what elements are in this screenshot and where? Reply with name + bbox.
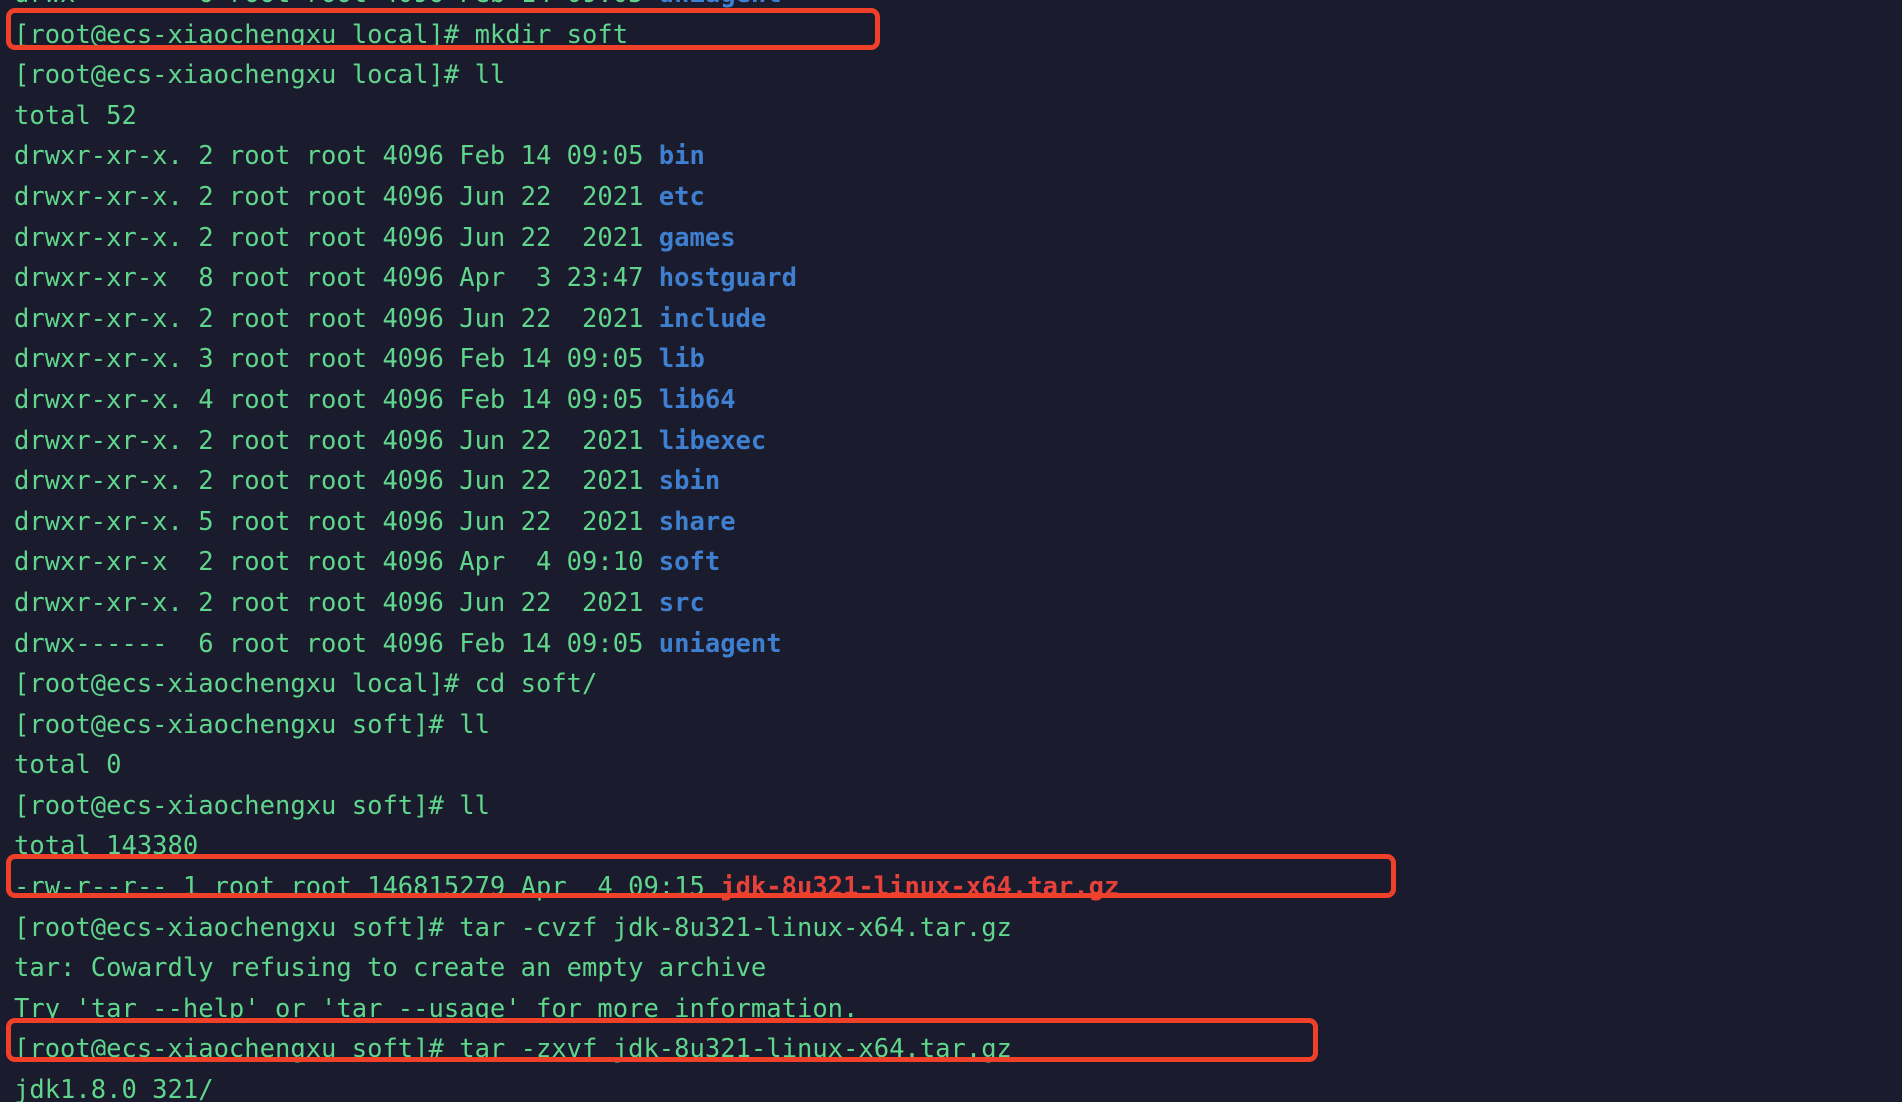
terminal-line: drwxr-xr-x 2 root root 4096 Apr 4 09:10 … bbox=[14, 542, 1894, 583]
directory-name: lib bbox=[658, 344, 705, 375]
terminal-text: [root@ecs-xiaochengxu local]# cd soft/ bbox=[14, 669, 598, 700]
directory-name: include bbox=[658, 303, 767, 334]
terminal-text: [root@ecs-xiaochengxu soft]# ll bbox=[14, 790, 490, 821]
terminal-text: [root@ecs-xiaochengxu soft]# tar -cvzf j… bbox=[14, 912, 1012, 943]
terminal-text: drwxr-xr-x. 2 root root 4096 Feb 14 09:0… bbox=[14, 141, 659, 172]
terminal-line: tar: Cowardly refusing to create an empt… bbox=[14, 948, 1894, 989]
terminal-text: [root@ecs-xiaochengxu local]# ll bbox=[14, 60, 506, 91]
terminal-text: [root@ecs-xiaochengxu soft]# ll bbox=[14, 709, 490, 740]
terminal-line: [root@ecs-xiaochengxu soft]# tar -cvzf j… bbox=[14, 908, 1894, 949]
terminal-line: [root@ecs-xiaochengxu soft]# ll bbox=[14, 786, 1894, 827]
terminal-line: drwxr-xr-x. 2 root root 4096 Jun 22 2021… bbox=[14, 461, 1894, 502]
terminal-line: total 52 bbox=[14, 96, 1894, 137]
terminal-line: [root@ecs-xiaochengxu local]# ll bbox=[14, 55, 1894, 96]
directory-name: etc bbox=[658, 181, 705, 212]
terminal-line: [root@ecs-xiaochengxu soft]# tar -zxvf j… bbox=[14, 1029, 1894, 1070]
directory-name: uniagent bbox=[658, 628, 782, 659]
terminal-line: drwxr-xr-x 8 root root 4096 Apr 3 23:47 … bbox=[14, 258, 1894, 299]
terminal-line: -rw-r--r-- 1 root root 146815279 Apr 4 0… bbox=[14, 867, 1894, 908]
directory-name: games bbox=[658, 222, 736, 253]
terminal-line: drwxr-xr-x. 2 root root 4096 Jun 22 2021… bbox=[14, 421, 1894, 462]
terminal-line: jdk1.8.0_321/ bbox=[14, 1070, 1894, 1102]
directory-name: hostguard bbox=[658, 263, 797, 294]
terminal-line: total 0 bbox=[14, 745, 1894, 786]
terminal-text: tar: Cowardly refusing to create an empt… bbox=[14, 953, 767, 984]
directory-name: src bbox=[658, 587, 705, 618]
terminal-text: drwxr-xr-x. 3 root root 4096 Feb 14 09:0… bbox=[14, 344, 659, 375]
terminal-text: drwxr-xr-x 8 root root 4096 Apr 3 23:47 bbox=[14, 263, 659, 294]
directory-name: lib64 bbox=[658, 384, 736, 415]
directory-name: uniagent bbox=[659, 0, 782, 9]
terminal-text: total 0 bbox=[14, 750, 122, 781]
directory-name: bin bbox=[658, 141, 705, 172]
terminal-text: drwx------ 6 root root 4096 Feb 14 09:05 bbox=[14, 0, 659, 9]
terminal-line: drwx------ 6 root root 4096 Feb 14 09:05… bbox=[14, 0, 1894, 15]
terminal-text: jdk1.8.0_321/ bbox=[14, 1075, 214, 1102]
terminal-line: total 143380 bbox=[14, 826, 1894, 867]
terminal-line: [root@ecs-xiaochengxu soft]# ll bbox=[14, 705, 1894, 746]
terminal-text: total 143380 bbox=[14, 831, 199, 862]
terminal-text: drwxr-xr-x. 2 root root 4096 Jun 22 2021 bbox=[14, 587, 659, 618]
terminal-line: drwxr-xr-x. 5 root root 4096 Jun 22 2021… bbox=[14, 502, 1894, 543]
terminal-text: drwxr-xr-x. 2 root root 4096 Jun 22 2021 bbox=[14, 303, 659, 334]
terminal-line: drwxr-xr-x. 2 root root 4096 Jun 22 2021… bbox=[14, 177, 1894, 218]
terminal-line: [root@ecs-xiaochengxu local]# mkdir soft bbox=[14, 15, 1894, 56]
terminal-text: drwxr-xr-x 2 root root 4096 Apr 4 09:10 bbox=[14, 547, 659, 578]
terminal-text: [root@ecs-xiaochengxu soft]# tar -zxvf j… bbox=[14, 1034, 1012, 1065]
terminal-text: drwxr-xr-x. 2 root root 4096 Jun 22 2021 bbox=[14, 181, 659, 212]
terminal-line: Try 'tar --help' or 'tar --usage' for mo… bbox=[14, 989, 1894, 1030]
terminal-line: drwxr-xr-x. 4 root root 4096 Feb 14 09:0… bbox=[14, 380, 1894, 421]
terminal-text: Try 'tar --help' or 'tar --usage' for mo… bbox=[14, 993, 859, 1024]
directory-name: share bbox=[658, 506, 736, 537]
terminal-window[interactable]: drwx------ 6 root root 4096 Feb 14 09:05… bbox=[0, 0, 1902, 1102]
terminal-text: drwxr-xr-x. 4 root root 4096 Feb 14 09:0… bbox=[14, 384, 659, 415]
terminal-text: drwxr-xr-x. 2 root root 4096 Jun 22 2021 bbox=[14, 425, 659, 456]
directory-name: sbin bbox=[658, 466, 721, 497]
directory-name: soft bbox=[658, 547, 721, 578]
terminal-text: [root@ecs-xiaochengxu local]# mkdir soft bbox=[14, 19, 629, 50]
terminal-line: drwx------ 6 root root 4096 Feb 14 09:05… bbox=[14, 624, 1894, 665]
terminal-text: drwxr-xr-x. 2 root root 4096 Jun 22 2021 bbox=[14, 466, 659, 497]
terminal-line: drwxr-xr-x. 2 root root 4096 Jun 22 2021… bbox=[14, 299, 1894, 340]
terminal-line: drwxr-xr-x. 2 root root 4096 Jun 22 2021… bbox=[14, 583, 1894, 624]
terminal-line: drwxr-xr-x. 2 root root 4096 Jun 22 2021… bbox=[14, 218, 1894, 259]
terminal-text: drwx------ 6 root root 4096 Feb 14 09:05 bbox=[14, 628, 659, 659]
terminal-text: drwxr-xr-x. 2 root root 4096 Jun 22 2021 bbox=[14, 222, 659, 253]
terminal-text: drwxr-xr-x. 5 root root 4096 Jun 22 2021 bbox=[14, 506, 659, 537]
terminal-text: total 52 bbox=[14, 100, 137, 131]
terminal-line: [root@ecs-xiaochengxu local]# cd soft/ bbox=[14, 664, 1894, 705]
archive-file-name: jdk-8u321-linux-x64.tar.gz bbox=[720, 872, 1120, 903]
terminal-line: drwxr-xr-x. 3 root root 4096 Feb 14 09:0… bbox=[14, 339, 1894, 380]
terminal-text: -rw-r--r-- 1 root root 146815279 Apr 4 0… bbox=[14, 872, 721, 903]
directory-name: libexec bbox=[658, 425, 767, 456]
terminal-output: drwx------ 6 root root 4096 Feb 14 09:05… bbox=[14, 0, 1894, 1102]
terminal-line: drwxr-xr-x. 2 root root 4096 Feb 14 09:0… bbox=[14, 136, 1894, 177]
